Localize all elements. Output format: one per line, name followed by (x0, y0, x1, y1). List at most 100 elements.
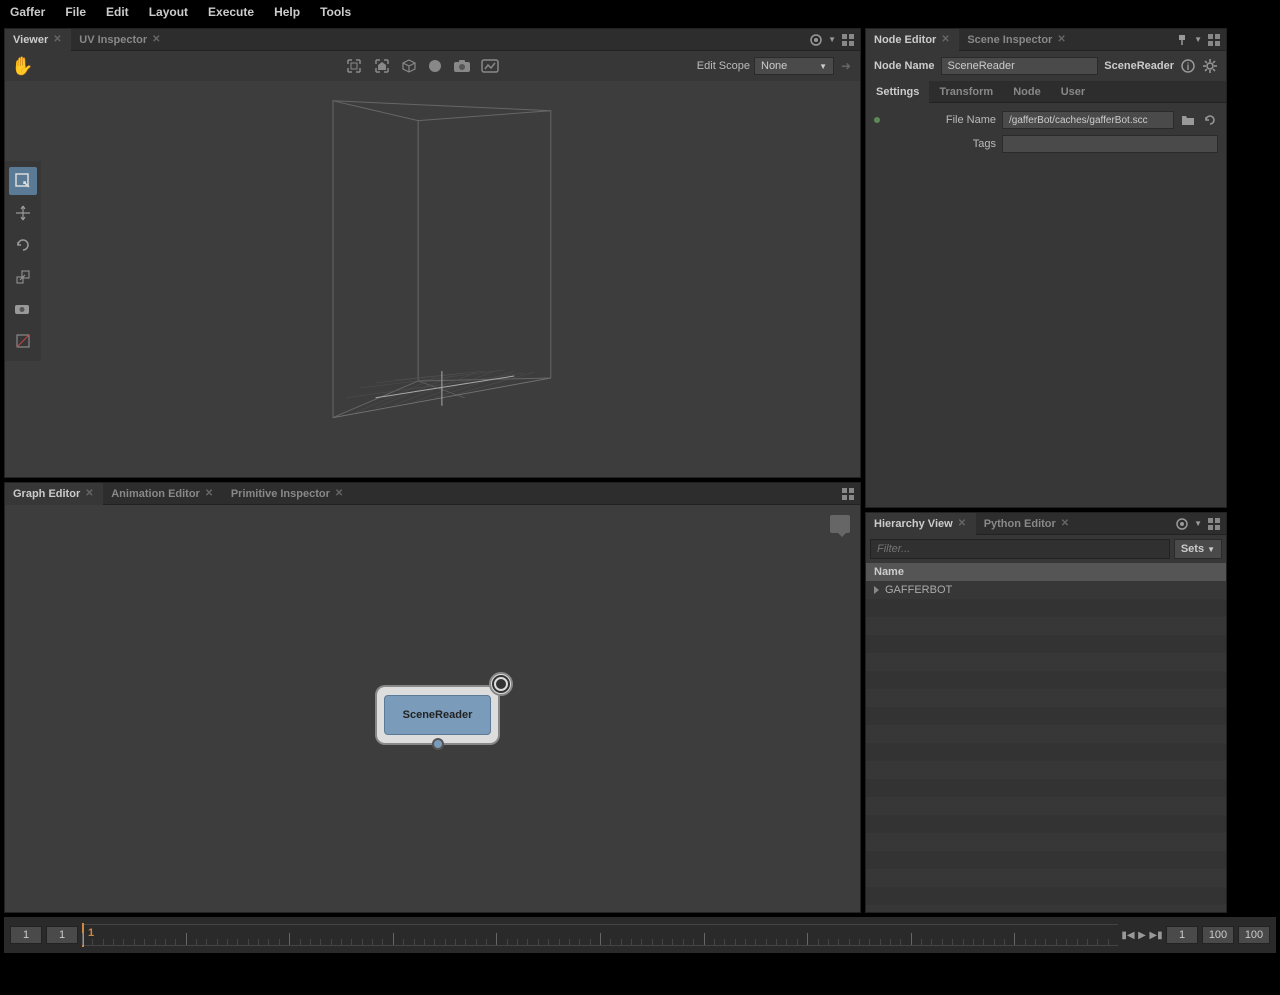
crop-tool[interactable] (9, 327, 37, 355)
node-output-port[interactable] (432, 738, 444, 750)
close-icon[interactable]: ✕ (205, 489, 215, 499)
close-icon[interactable]: ✕ (85, 489, 95, 499)
subtab-transform[interactable]: Transform (929, 81, 1003, 103)
subtab-node[interactable]: Node (1003, 81, 1051, 103)
arrow-right-icon[interactable]: ➜ (838, 58, 854, 74)
hierarchy-filter-input[interactable] (870, 539, 1170, 559)
timeline-track[interactable]: 1 (82, 924, 1118, 946)
file-name-input[interactable] (1002, 111, 1174, 129)
svg-text:i: i (1187, 62, 1190, 73)
bookmark-icon[interactable] (830, 515, 850, 533)
node-visibility-toggle[interactable] (489, 672, 513, 696)
graph-tab-bar: Graph Editor ✕ Animation Editor ✕ Primit… (5, 483, 860, 505)
timeline-end-frame[interactable] (1238, 926, 1270, 944)
menu-layout[interactable]: Layout (149, 5, 188, 19)
timeline: 1 ▮◀ ▶ ▶▮ (4, 917, 1276, 953)
close-icon[interactable]: ✕ (958, 519, 968, 529)
skip-end-icon[interactable]: ▶▮ (1150, 927, 1162, 943)
row-tags: Tags (874, 135, 1218, 153)
target-icon[interactable] (1174, 516, 1190, 532)
expand-icon[interactable] (345, 57, 363, 75)
tab-hierarchy-view[interactable]: Hierarchy View ✕ (866, 513, 976, 535)
tab-primitive-inspector[interactable]: Primitive Inspector ✕ (223, 483, 353, 505)
timeline-start-frame[interactable] (10, 926, 42, 944)
layout-icon[interactable] (840, 486, 856, 502)
layout-icon[interactable] (1206, 32, 1222, 48)
menu-gaffer[interactable]: Gaffer (10, 5, 45, 19)
tab-viewer[interactable]: Viewer ✕ (5, 29, 71, 51)
tab-python-editor[interactable]: Python Editor ✕ (976, 513, 1079, 535)
subtab-user[interactable]: User (1051, 81, 1095, 103)
timeline-controls: ▮◀ ▶ ▶▮ (1122, 927, 1162, 943)
menu-execute[interactable]: Execute (208, 5, 254, 19)
menu-help[interactable]: Help (274, 5, 300, 19)
pin-icon[interactable] (1174, 32, 1190, 48)
hierarchy-filter-row: Sets ▼ (866, 535, 1226, 563)
info-icon[interactable]: i (1180, 58, 1196, 74)
viewer-panel: Viewer ✕ UV Inspector ✕ ▼ (4, 28, 861, 478)
target-icon[interactable] (808, 32, 824, 48)
sets-dropdown[interactable]: Sets ▼ (1174, 539, 1222, 559)
camera-tool[interactable] (9, 295, 37, 323)
close-icon[interactable]: ✕ (53, 35, 63, 45)
folder-icon[interactable] (1180, 112, 1196, 128)
sphere-icon[interactable] (427, 58, 443, 74)
play-icon[interactable]: ▶ (1136, 927, 1148, 943)
menu-tools[interactable]: Tools (320, 5, 351, 19)
skip-start-icon[interactable]: ▮◀ (1122, 927, 1134, 943)
tab-graph-editor[interactable]: Graph Editor ✕ (5, 483, 103, 505)
cube-icon[interactable] (401, 58, 417, 74)
expand-icon[interactable] (874, 586, 879, 594)
chevron-down-icon[interactable]: ▼ (828, 35, 836, 44)
menu-file[interactable]: File (65, 5, 86, 19)
scale-tool[interactable] (9, 263, 37, 291)
expand-scene-icon[interactable] (373, 57, 391, 75)
subtab-settings[interactable]: Settings (866, 81, 929, 103)
layout-icon[interactable] (1206, 516, 1222, 532)
node-scene-reader[interactable]: SceneReader (375, 685, 500, 745)
rotate-tool[interactable] (9, 231, 37, 259)
close-icon[interactable]: ✕ (152, 35, 162, 45)
edit-scope-dropdown[interactable]: None ▼ (754, 57, 834, 75)
menu-edit[interactable]: Edit (106, 5, 129, 19)
hierarchy-panel: Hierarchy View ✕ Python Editor ✕ ▼ Sets … (865, 512, 1227, 913)
tab-node-editor[interactable]: Node Editor ✕ (866, 29, 959, 51)
chevron-down-icon: ▼ (1207, 545, 1215, 554)
timeline-ticks (82, 925, 1118, 945)
chevron-down-icon[interactable]: ▼ (1194, 519, 1202, 528)
tab-scene-inspector[interactable]: Scene Inspector ✕ (959, 29, 1075, 51)
reload-icon[interactable] (1202, 112, 1218, 128)
layout-icon[interactable] (840, 32, 856, 48)
tab-label: Animation Editor (111, 488, 200, 500)
file-name-label: File Name (886, 114, 996, 126)
timeline-end-input[interactable] (1166, 926, 1198, 944)
camera-icon[interactable] (453, 59, 471, 73)
pan-icon[interactable]: ✋ (11, 56, 33, 77)
row-file-name: File Name (874, 111, 1218, 129)
tab-uv-inspector[interactable]: UV Inspector ✕ (71, 29, 170, 51)
timeline-end-range[interactable] (1202, 926, 1234, 944)
close-icon[interactable]: ✕ (1061, 519, 1071, 529)
node-editor-header: Node Name SceneReader i (866, 51, 1226, 81)
close-icon[interactable]: ✕ (1057, 35, 1067, 45)
node-type-label: SceneReader (1104, 60, 1174, 72)
close-icon[interactable]: ✕ (941, 35, 951, 45)
viewport-3d[interactable] (5, 81, 860, 477)
timeline-start-range[interactable] (46, 926, 78, 944)
gear-icon[interactable] (1202, 58, 1218, 74)
node-name-input[interactable] (941, 57, 1099, 75)
tags-input[interactable] (1002, 135, 1218, 153)
hierarchy-row[interactable]: GAFFERBOT (866, 581, 1226, 599)
tab-label: Hierarchy View (874, 518, 953, 530)
tab-label: Primitive Inspector (231, 488, 330, 500)
close-icon[interactable]: ✕ (335, 489, 345, 499)
render-icon[interactable] (481, 59, 499, 73)
tab-animation-editor[interactable]: Animation Editor ✕ (103, 483, 223, 505)
menubar: Gaffer File Edit Layout Execute Help Too… (0, 0, 1280, 24)
node-editor-subtabs: Settings Transform Node User (866, 81, 1226, 103)
graph-canvas[interactable]: SceneReader (5, 505, 860, 912)
translate-tool[interactable] (9, 199, 37, 227)
node-editor-tab-bar: Node Editor ✕ Scene Inspector ✕ ▼ (866, 29, 1226, 51)
select-tool[interactable] (9, 167, 37, 195)
chevron-down-icon[interactable]: ▼ (1194, 35, 1202, 44)
